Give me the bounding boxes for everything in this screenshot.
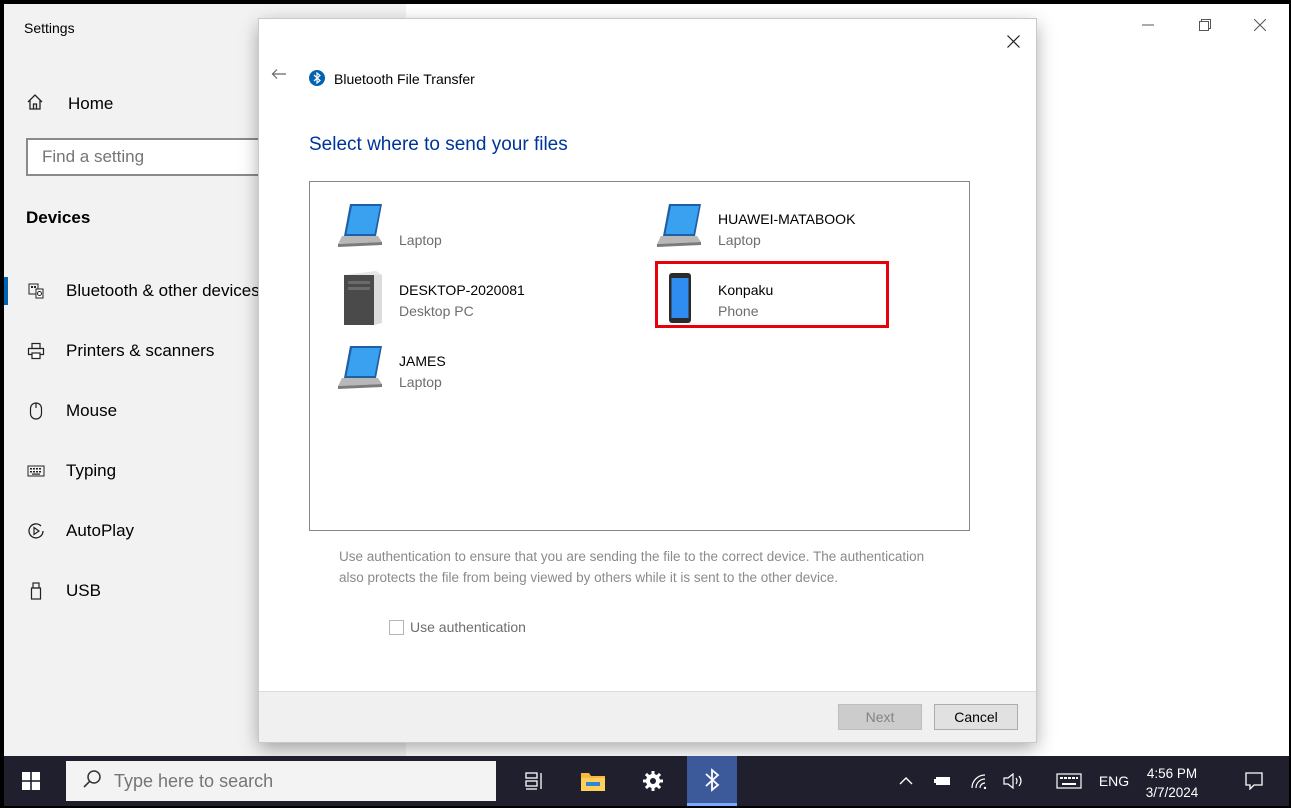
settings-window-title: Settings xyxy=(24,20,75,36)
folder-icon xyxy=(581,773,605,791)
device-item[interactable]: JAMES Laptop xyxy=(336,340,568,406)
settings-taskbar-button[interactable] xyxy=(628,756,678,806)
selection-highlight xyxy=(655,261,889,328)
chevron-up-icon xyxy=(899,777,913,785)
devices-heading: Devices xyxy=(26,208,91,227)
usb-icon xyxy=(26,582,46,600)
window-close-button[interactable] xyxy=(1249,16,1271,38)
battery-button[interactable] xyxy=(930,756,956,806)
speaker-icon xyxy=(1003,773,1022,789)
taskbar: ENG 4:56 PM 3/7/2024 xyxy=(4,756,1289,806)
device-name: HUAWEI-MATABOOK xyxy=(718,211,856,227)
wifi-icon xyxy=(971,774,987,789)
screen: Settings Home Devices Bluetooth & other … xyxy=(4,4,1289,806)
laptop-icon xyxy=(657,204,701,247)
home-label: Home xyxy=(68,94,114,113)
laptop-icon xyxy=(338,204,382,247)
autoplay-icon xyxy=(26,522,46,540)
network-button[interactable] xyxy=(966,756,994,806)
gear-icon xyxy=(643,771,663,791)
device-list: Laptop HUAWEI-MATABOOK Laptop DESKTOP-20… xyxy=(309,181,970,531)
file-explorer-button[interactable] xyxy=(568,756,618,806)
device-item[interactable]: Laptop xyxy=(336,198,568,264)
clock-time: 4:56 PM xyxy=(1146,766,1198,781)
printer-icon xyxy=(26,342,46,360)
close-icon xyxy=(1253,18,1267,32)
device-type: Desktop PC xyxy=(399,303,474,319)
bluetooth-icon xyxy=(309,70,325,86)
system-clock[interactable]: 4:56 PM 3/7/2024 xyxy=(1142,764,1202,802)
restore-icon xyxy=(1199,19,1211,31)
input-language-button[interactable]: ENG xyxy=(1094,756,1134,806)
task-view-button[interactable] xyxy=(510,756,560,806)
start-button[interactable] xyxy=(4,756,58,806)
device-name: JAMES xyxy=(399,353,446,369)
auth-checkbox[interactable] xyxy=(389,619,404,635)
sidebar-item-label: Bluetooth & other devices xyxy=(66,281,260,300)
next-button[interactable]: Next xyxy=(838,704,922,730)
desktop-pc-icon xyxy=(344,271,382,325)
volume-button[interactable] xyxy=(1000,756,1028,806)
dialog-heading: Select where to send your files xyxy=(309,134,568,155)
sidebar-item-label: AutoPlay xyxy=(66,521,135,540)
close-icon xyxy=(1006,35,1020,48)
windows-logo-icon xyxy=(22,772,40,790)
device-type: Laptop xyxy=(399,232,442,248)
bluetooth-file-transfer-dialog: Bluetooth File Transfer Select where to … xyxy=(259,19,1036,742)
auth-checkbox-row[interactable]: Use authentication xyxy=(389,619,526,635)
bluetooth-taskbar-button[interactable] xyxy=(687,756,737,806)
touch-keyboard-button[interactable] xyxy=(1052,756,1086,806)
keyboard-icon xyxy=(26,465,46,477)
find-setting-input[interactable] xyxy=(28,140,264,174)
task-view-icon xyxy=(525,772,542,790)
restore-button[interactable] xyxy=(1194,16,1216,38)
sidebar-item-label: Printers & scanners xyxy=(66,341,215,360)
search-icon xyxy=(82,769,102,794)
show-hidden-icons-button[interactable] xyxy=(894,756,918,806)
device-item[interactable]: HUAWEI-MATABOOK Laptop xyxy=(655,198,887,264)
home-nav-item[interactable]: Home xyxy=(26,90,113,118)
sidebar-item-label: Mouse xyxy=(66,401,118,420)
taskbar-search-input[interactable] xyxy=(112,769,456,793)
action-center-button[interactable] xyxy=(1234,756,1274,806)
back-arrow-icon xyxy=(271,69,286,79)
mouse-icon xyxy=(26,402,46,420)
device-item[interactable]: DESKTOP-2020081 Desktop PC xyxy=(336,269,568,335)
battery-icon xyxy=(934,777,950,785)
device-type: Laptop xyxy=(718,232,761,248)
device-name: DESKTOP-2020081 xyxy=(399,282,525,298)
laptop-icon xyxy=(338,346,382,389)
home-icon xyxy=(26,93,46,116)
dialog-footer: Next Cancel xyxy=(259,691,1036,742)
selected-indicator xyxy=(4,277,8,305)
taskbar-search-box[interactable] xyxy=(66,761,496,801)
find-setting-box[interactable] xyxy=(26,138,266,176)
device-type: Laptop xyxy=(399,374,442,390)
bluetooth-devices-icon xyxy=(26,283,46,299)
dialog-close-button[interactable] xyxy=(1000,29,1026,55)
bluetooth-icon xyxy=(705,767,720,792)
auth-checkbox-label: Use authentication xyxy=(410,619,526,635)
sidebar-item-label: Typing xyxy=(66,461,117,480)
clock-date: 3/7/2024 xyxy=(1145,785,1199,800)
back-button[interactable] xyxy=(271,67,287,85)
sidebar-item-label: USB xyxy=(66,581,101,600)
dialog-title: Bluetooth File Transfer xyxy=(334,71,475,87)
auth-description: Use authentication to ensure that you ar… xyxy=(339,549,925,585)
keyboard-icon xyxy=(1056,773,1082,789)
cancel-button[interactable]: Cancel xyxy=(934,704,1018,730)
minimize-icon xyxy=(1142,24,1154,26)
notification-icon xyxy=(1245,772,1263,790)
minimize-button[interactable] xyxy=(1137,16,1159,38)
